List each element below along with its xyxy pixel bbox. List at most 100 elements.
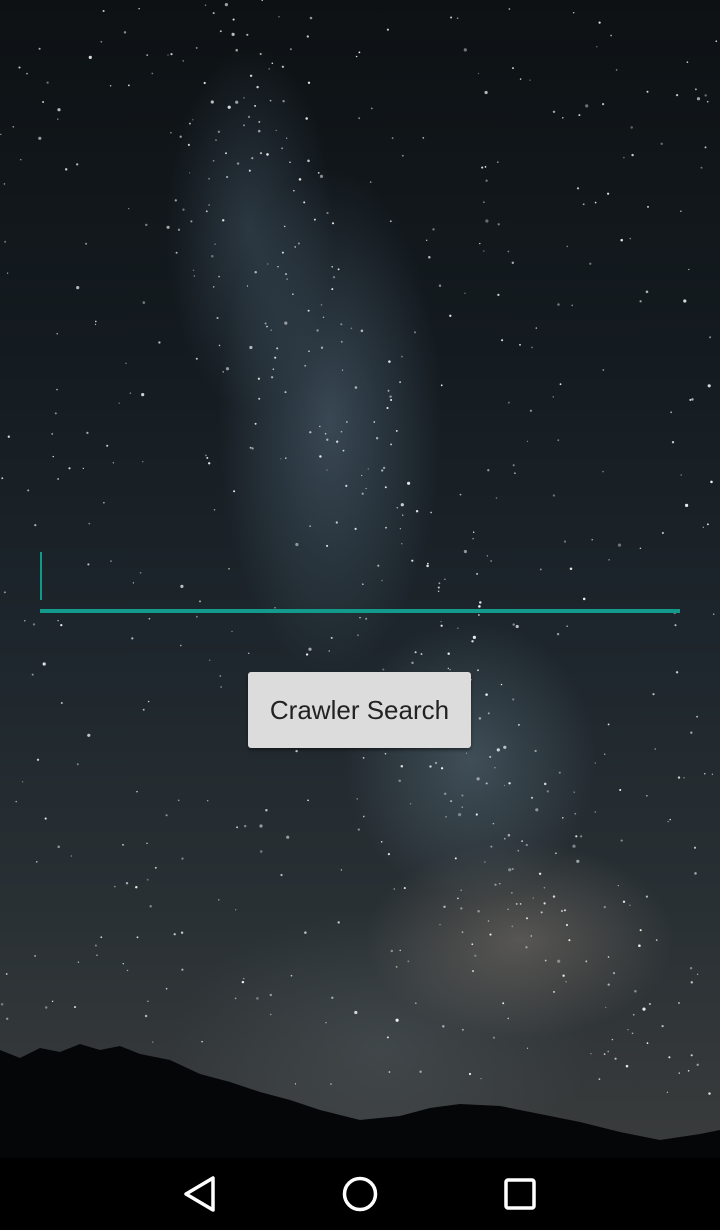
star — [272, 368, 275, 370]
star — [472, 537, 474, 540]
star — [487, 920, 490, 922]
star — [654, 748, 656, 750]
star — [87, 733, 91, 737]
star — [179, 135, 182, 138]
star — [7, 272, 9, 274]
star — [261, 0, 263, 2]
star — [297, 242, 300, 245]
star — [190, 220, 193, 223]
star — [559, 383, 562, 386]
star — [354, 1010, 358, 1015]
star — [706, 100, 709, 103]
star — [370, 107, 373, 110]
star — [248, 169, 251, 172]
star — [411, 661, 414, 665]
star — [639, 300, 642, 303]
star — [309, 525, 311, 527]
star — [562, 974, 565, 977]
star — [149, 905, 152, 908]
star — [215, 139, 217, 142]
star — [385, 526, 387, 529]
star — [601, 102, 605, 106]
star — [471, 943, 474, 946]
star — [648, 1002, 652, 1006]
star — [461, 794, 464, 797]
star — [249, 345, 253, 350]
star — [208, 462, 211, 465]
star — [251, 447, 254, 450]
home-button[interactable] — [300, 1158, 420, 1230]
star — [399, 381, 401, 384]
star — [60, 624, 63, 627]
star — [688, 268, 690, 271]
star — [563, 909, 567, 912]
star — [128, 207, 130, 210]
star — [393, 888, 395, 890]
star — [501, 339, 504, 342]
star — [257, 377, 261, 380]
star — [148, 617, 151, 620]
star — [316, 329, 319, 332]
star — [57, 619, 59, 622]
star — [269, 993, 273, 997]
star — [530, 796, 534, 799]
star — [499, 883, 501, 885]
star — [390, 443, 393, 446]
star — [18, 66, 21, 69]
star — [193, 275, 196, 277]
star — [170, 131, 172, 134]
star — [136, 936, 139, 939]
star — [485, 219, 489, 223]
recents-button[interactable] — [460, 1158, 580, 1230]
star — [450, 800, 453, 803]
star — [535, 808, 539, 812]
star — [617, 543, 622, 547]
star — [544, 959, 547, 962]
star — [530, 935, 533, 937]
star — [443, 792, 447, 796]
star — [620, 238, 623, 242]
star — [696, 973, 699, 976]
star — [706, 523, 709, 526]
search-field[interactable] — [40, 548, 680, 614]
star — [146, 54, 149, 57]
star — [442, 1025, 445, 1028]
star — [219, 30, 222, 33]
star — [494, 767, 496, 769]
star — [195, 357, 198, 360]
star — [196, 615, 198, 618]
back-button[interactable] — [140, 1158, 260, 1230]
star — [677, 776, 681, 779]
star — [638, 944, 641, 947]
star — [395, 966, 398, 968]
star — [710, 480, 713, 484]
star — [257, 129, 261, 133]
star — [428, 256, 431, 259]
star — [573, 791, 575, 793]
star — [390, 398, 393, 402]
star — [307, 81, 311, 84]
star — [68, 467, 71, 470]
star — [154, 866, 157, 869]
star — [594, 762, 596, 764]
star — [7, 435, 10, 438]
star — [367, 468, 369, 470]
star — [471, 970, 475, 973]
star — [204, 4, 207, 6]
star — [331, 266, 333, 268]
star — [177, 799, 180, 802]
star — [76, 763, 79, 766]
star — [472, 531, 475, 533]
star — [303, 201, 306, 204]
star — [443, 905, 446, 908]
star — [354, 527, 357, 531]
star — [598, 21, 601, 24]
crawler-search-button[interactable]: Crawler Search — [248, 672, 471, 748]
star — [181, 968, 184, 971]
star — [485, 693, 488, 696]
back-icon — [184, 1176, 215, 1212]
star — [407, 481, 411, 485]
search-input[interactable] — [40, 548, 680, 608]
star — [306, 35, 309, 38]
star — [292, 293, 294, 295]
